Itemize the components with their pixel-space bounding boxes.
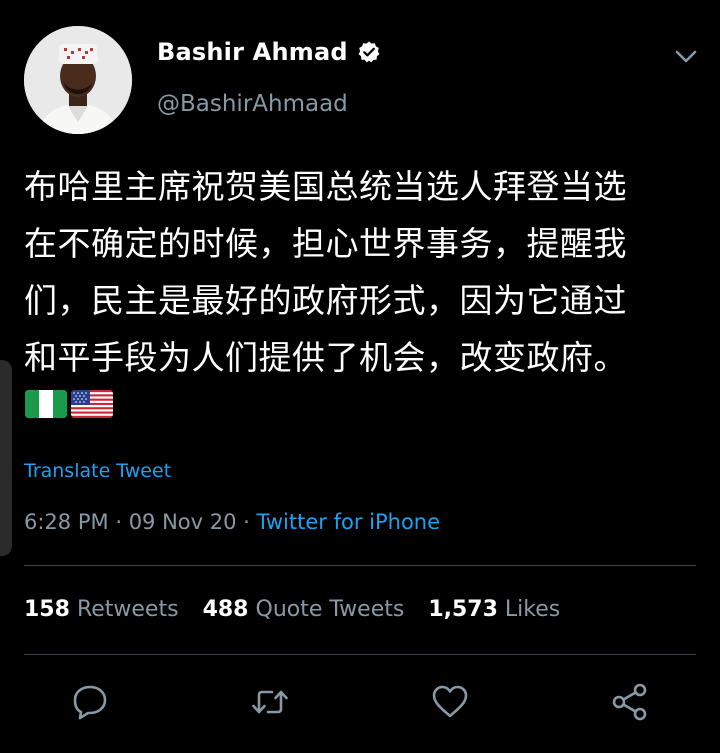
tweet-time: 6:28 PM xyxy=(24,510,109,534)
tweet-text-line: 和平手段为人们提供了机会，改变政府。 xyxy=(24,338,627,377)
meta-separator: · xyxy=(243,510,250,534)
share-icon[interactable] xyxy=(610,682,650,722)
retweet-icon[interactable] xyxy=(250,682,290,722)
quote-tweets-stat[interactable]: 488 Quote Tweets xyxy=(203,597,405,622)
engagement-stats: 158 Retweets 488 Quote Tweets 1,573 Like… xyxy=(24,597,584,622)
quote-tweets-label: Quote Tweets xyxy=(255,597,405,622)
tweet-text-line: 们，民主是最好的政府形式，因为它通过 xyxy=(24,281,627,320)
likes-count: 1,573 xyxy=(428,597,498,622)
nigeria-flag-icon xyxy=(25,388,67,420)
tweet-text-line: 在不确定的时候，担心世界事务，提醒我 xyxy=(24,224,627,263)
tweet-meta: 6:28 PM · 09 Nov 20 · Twitter for iPhone xyxy=(24,510,440,534)
author-handle[interactable]: @BashirAhmaad xyxy=(157,91,348,117)
usa-flag-icon xyxy=(71,388,113,420)
avatar[interactable] xyxy=(24,26,132,134)
edge-scroll-handle[interactable] xyxy=(0,360,12,556)
author-display-name[interactable]: Bashir Ahmad xyxy=(157,38,348,66)
tweet-source-link[interactable]: Twitter for iPhone xyxy=(257,510,441,534)
translate-tweet-link[interactable]: Translate Tweet xyxy=(24,460,171,482)
likes-label: Likes xyxy=(504,597,561,622)
retweets-label: Retweets xyxy=(76,597,179,622)
tweet-text-line: 布哈里主席祝贺美国总统当选人拜登当选 xyxy=(24,167,627,206)
heart-icon[interactable] xyxy=(430,682,470,722)
reply-icon[interactable] xyxy=(70,682,110,722)
divider xyxy=(24,565,696,566)
tweet-actions-bar xyxy=(0,682,720,726)
verified-badge-icon xyxy=(357,40,381,64)
tweet-date: 09 Nov 20 xyxy=(128,510,237,534)
likes-stat[interactable]: 1,573 Likes xyxy=(428,597,560,622)
meta-separator: · xyxy=(115,510,122,534)
author-name-row[interactable]: Bashir Ahmad xyxy=(157,38,381,66)
retweets-stat[interactable]: 158 Retweets xyxy=(24,597,179,622)
retweets-count: 158 xyxy=(24,597,70,622)
divider xyxy=(24,654,696,655)
chevron-down-icon[interactable] xyxy=(672,42,700,70)
flag-emojis xyxy=(25,388,113,420)
quote-tweets-count: 488 xyxy=(202,597,249,622)
tweet-detail-page: Bashir Ahmad @BashirAhmaad 布哈里主席祝贺美国总统当选… xyxy=(0,0,720,753)
tweet-text: 布哈里主席祝贺美国总统当选人拜登当选 在不确定的时候，担心世界事务，提醒我 们，… xyxy=(24,158,704,386)
